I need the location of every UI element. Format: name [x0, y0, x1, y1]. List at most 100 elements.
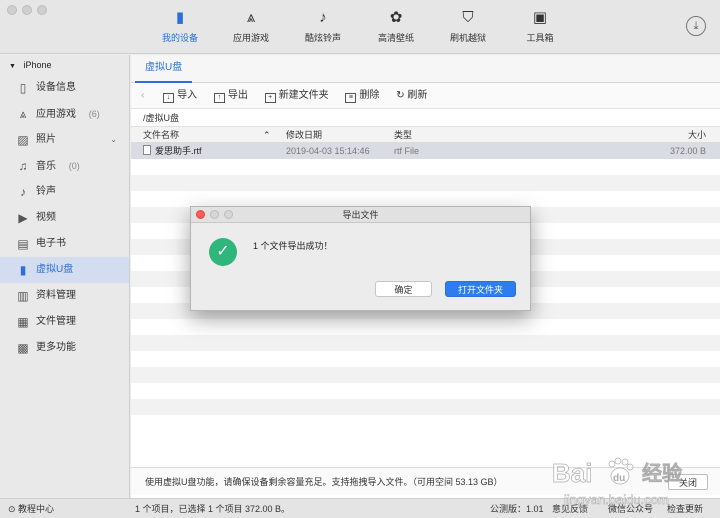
music-icon: ♫ — [18, 159, 28, 173]
toolbox-icon: ▣ — [532, 9, 548, 26]
file-name-cell: 爱思助手.rtf — [143, 143, 202, 159]
paw-logo-icon: du — [608, 457, 634, 485]
photo-icon: ▨ — [17, 133, 29, 147]
apps-icon: ⩓ — [19, 107, 27, 121]
sidebar-item-ringtones[interactable]: ♪ 铃声 — [0, 179, 129, 205]
refresh-button[interactable]: ↻ 刷新 — [396, 83, 427, 109]
column-header-date[interactable]: 修改日期 — [286, 127, 322, 143]
sidebar-item-label: 文件管理 — [36, 316, 76, 327]
export-button[interactable]: ↑ 导出 — [213, 83, 248, 109]
nav-label: 我的设备 — [161, 33, 198, 43]
tab-bar: 虚拟U盘 — [131, 55, 720, 83]
window-zoom-button[interactable] — [37, 5, 47, 15]
empty-row — [131, 383, 720, 399]
new-folder-icon: + — [264, 93, 276, 103]
help-center-link[interactable]: ⊙ 教程中心 — [8, 499, 54, 518]
sidebar: ▼ iPhone ▯ 设备信息 ⩓ 应用游戏 (6) ▨ 照片 ⌄ ♫ 音乐 (… — [0, 55, 130, 498]
shield-icon: ⛉ — [462, 9, 474, 26]
new-folder-button[interactable]: + 新建文件夹 — [264, 83, 329, 109]
sort-chevron-icon[interactable]: ⌃ — [263, 127, 271, 143]
file-name: 爱思助手.rtf — [155, 146, 202, 156]
info-icon: ▯ — [19, 81, 27, 95]
empty-row — [131, 351, 720, 367]
phone-icon: ▮ — [175, 9, 185, 26]
empty-row — [131, 319, 720, 335]
table-row[interactable]: 爱思助手.rtf 2019-04-03 15:14:46 rtf File 37… — [131, 143, 720, 159]
sidebar-item-apps[interactable]: ⩓ 应用游戏 (6) — [0, 101, 129, 127]
dialog-zoom-button — [224, 210, 233, 219]
baidu-jingyan-watermark: Bai du 经验 jingyan.baidu.com — [552, 457, 682, 507]
watermark-brand: Bai — [552, 458, 592, 488]
tab-virtual-usb[interactable]: 虚拟U盘 — [135, 55, 193, 83]
nav-my-device[interactable]: ▮ 我的设备 — [145, 8, 215, 48]
sidebar-item-label: 设备信息 — [36, 82, 76, 93]
usage-note-text: 使用虚拟U盘功能，请确保设备剩余容量充足。支持拖拽导入文件。（可用空间 53.1… — [145, 477, 503, 487]
nav-ringtones[interactable]: ♪ 酷炫铃声 — [288, 8, 358, 48]
nav-wallpapers[interactable]: ✿ 高清壁纸 — [361, 8, 431, 48]
empty-row — [131, 399, 720, 415]
export-dialog: 导出文件 ✓ 1 个文件导出成功！ 确定 打开文件夹 — [190, 206, 531, 311]
window-close-button[interactable] — [7, 5, 17, 15]
sidebar-item-data-management[interactable]: ▥ 资料管理 — [0, 283, 129, 309]
empty-row — [131, 191, 720, 207]
success-check-icon: ✓ — [209, 238, 237, 266]
nav-label: 应用游戏 — [232, 33, 269, 43]
import-label: 导入 — [177, 90, 198, 101]
bell-icon: ♪ — [20, 185, 26, 199]
delete-button[interactable]: ≡ 删除 — [345, 83, 379, 109]
video-icon: ▶ — [18, 211, 28, 225]
confirm-button[interactable]: 确定 — [375, 281, 432, 297]
sidebar-item-file-management[interactable]: ▦ 文件管理 — [0, 309, 129, 335]
column-header-name[interactable]: 文件名称 — [143, 127, 179, 143]
refresh-icon: ↻ — [396, 90, 408, 101]
sidebar-item-device-info[interactable]: ▯ 设备信息 — [0, 75, 129, 101]
open-folder-button[interactable]: 打开文件夹 — [445, 281, 516, 297]
toolbar: ‹ ↓ 导入 ↑ 导出 + 新建文件夹 ≡ 删除 ↻ 刷新 — [131, 83, 720, 109]
sidebar-item-virtual-usb[interactable]: ▮ 虚拟U盘 — [0, 257, 129, 283]
watermark-brand-du: du — [613, 473, 625, 484]
nav-apps-games[interactable]: ⩓ 应用游戏 — [216, 8, 286, 48]
book-icon: ▤ — [17, 237, 29, 251]
download-icon[interactable]: ⤓ — [686, 16, 706, 36]
window-minimize-button[interactable] — [22, 5, 32, 15]
sidebar-item-label: 音乐 — [36, 161, 56, 172]
nav-label: 刷机越狱 — [449, 33, 486, 43]
flower-icon: ✿ — [389, 9, 403, 26]
sidebar-item-label: 资料管理 — [36, 290, 76, 301]
column-header-type[interactable]: 类型 — [394, 127, 412, 143]
file-manager-icon: ▦ — [17, 315, 29, 329]
back-button[interactable]: ‹ — [141, 83, 144, 109]
file-table-header: 文件名称 ⌃ 修改日期 类型 大小 — [131, 127, 720, 143]
sidebar-item-music[interactable]: ♫ 音乐 (0) — [0, 153, 129, 179]
dialog-close-button[interactable] — [196, 210, 205, 219]
disclosure-triangle-icon[interactable]: ▼ — [9, 63, 16, 70]
sidebar-item-label: 更多功能 — [36, 342, 76, 353]
dialog-message: 1 个文件导出成功！ — [253, 241, 333, 251]
sidebar-item-more[interactable]: ▩ 更多功能 — [0, 335, 129, 361]
sidebar-item-video[interactable]: ▶ 视频 — [0, 205, 129, 231]
selection-summary: 1 个项目，已选择 1 个项目 372.00 B。 — [135, 504, 291, 514]
refresh-label: 刷新 — [407, 90, 428, 101]
grid-icon: ▩ — [17, 341, 29, 355]
sidebar-item-count: (6) — [88, 109, 100, 119]
version-label: 公测版：1.01 — [490, 504, 544, 514]
sidebar-item-label: 电子书 — [36, 238, 66, 249]
column-header-size[interactable]: 大小 — [688, 127, 706, 143]
chevron-down-icon[interactable]: ⌄ — [110, 127, 117, 153]
sidebar-item-photos[interactable]: ▨ 照片 ⌄ — [0, 127, 129, 153]
nav-toolbox[interactable]: ▣ 工具箱 — [505, 8, 575, 48]
import-button[interactable]: ↓ 导入 — [163, 83, 197, 109]
sidebar-item-label: 虚拟U盘 — [36, 264, 74, 275]
trash-icon: ≡ — [345, 93, 357, 103]
file-icon — [143, 145, 151, 155]
sidebar-item-ebooks[interactable]: ▤ 电子书 — [0, 231, 129, 257]
contacts-icon: ▥ — [17, 289, 29, 303]
nav-label: 高清壁纸 — [377, 33, 414, 43]
dialog-title: 导出文件 — [342, 210, 379, 220]
sidebar-item-label: 照片 — [36, 134, 56, 145]
sidebar-item-label: 视频 — [36, 212, 56, 223]
nav-flash-jailbreak[interactable]: ⛉ 刷机越狱 — [433, 8, 503, 48]
device-header[interactable]: ▼ iPhone — [0, 55, 129, 75]
empty-row — [131, 159, 720, 175]
import-icon: ↓ — [163, 93, 175, 103]
